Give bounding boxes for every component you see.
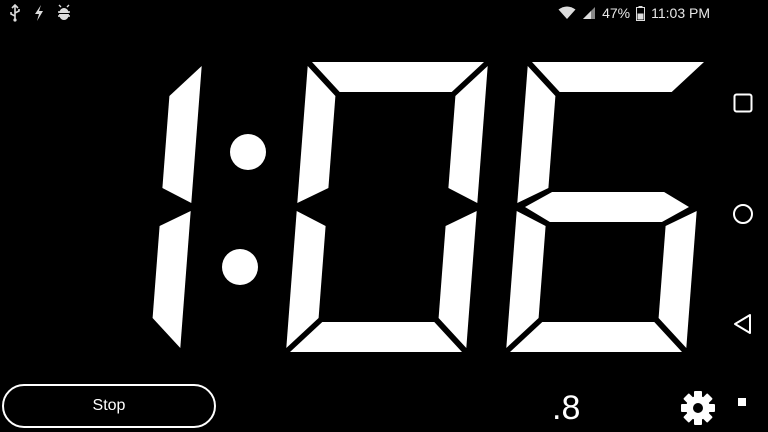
colon-dot (230, 134, 266, 170)
segment-d (510, 322, 682, 352)
usb-icon (8, 4, 22, 22)
back-button[interactable] (730, 313, 756, 339)
segment-a (532, 62, 704, 92)
colon-dot (222, 249, 258, 285)
settings-button[interactable] (680, 390, 716, 426)
gear-icon (680, 390, 716, 426)
wifi-icon (558, 6, 576, 20)
status-time: 11:03 PM (651, 5, 710, 21)
status-bar: 47% 11:03 PM (0, 0, 768, 30)
tenths-readout: .8 (552, 389, 581, 427)
signal-icon (582, 6, 596, 20)
stop-button[interactable]: Stop (2, 384, 216, 428)
digit-seconds-1 (506, 62, 704, 352)
segment-d (290, 322, 462, 352)
segment-g (525, 192, 689, 222)
indicator-square (738, 398, 746, 406)
segment-b (162, 66, 202, 203)
segment-f (517, 66, 556, 203)
digit-minutes-0 (152, 66, 202, 348)
segment-c (438, 211, 477, 348)
recent-apps-icon (733, 93, 753, 118)
lightning-icon (32, 4, 46, 22)
timer-display (150, 62, 710, 352)
segment-f (297, 66, 336, 203)
segment-c (152, 211, 191, 348)
battery-icon (636, 5, 646, 21)
recent-apps-button[interactable] (730, 92, 756, 118)
navigation-bar (718, 60, 768, 432)
android-debug-icon (56, 4, 72, 22)
system-status: 47% 11:03 PM (558, 5, 710, 21)
digit-seconds-0 (286, 62, 488, 352)
segment-c (658, 211, 697, 348)
home-button[interactable] (730, 203, 756, 229)
battery-percent: 47% (602, 5, 631, 21)
notification-icons (8, 4, 72, 22)
back-icon (733, 313, 753, 340)
home-icon (732, 203, 754, 230)
segment-a (312, 62, 484, 92)
